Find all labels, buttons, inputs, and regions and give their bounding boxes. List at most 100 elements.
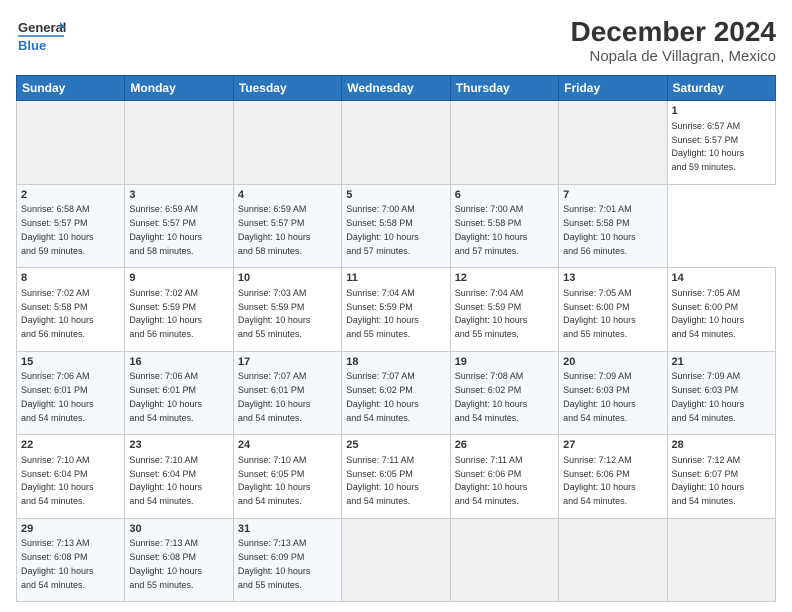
calendar-day-18: 18Sunrise: 7:07 AMSunset: 6:02 PMDayligh… — [342, 351, 450, 435]
day-number: 13 — [563, 271, 662, 286]
day-number: 21 — [672, 355, 771, 370]
day-info: Sunrise: 7:10 AMSunset: 6:05 PMDaylight:… — [238, 455, 311, 506]
calendar-day-15: 15Sunrise: 7:06 AMSunset: 6:01 PMDayligh… — [17, 351, 125, 435]
day-info: Sunrise: 6:59 AMSunset: 5:57 PMDaylight:… — [129, 204, 202, 255]
calendar-day-1: 1 Sunrise: 6:57 AMSunset: 5:57 PMDaylight… — [667, 101, 775, 185]
day-info: Sunrise: 7:02 AMSunset: 5:58 PMDaylight:… — [21, 288, 94, 339]
calendar-day-10: 10 Sunrise: 7:03 AMSunset: 5:59 PMDayligh… — [233, 268, 341, 352]
day-number: 16 — [129, 355, 228, 370]
empty-cell — [342, 518, 450, 602]
calendar-day-4: 4Sunrise: 6:59 AMSunset: 5:57 PMDaylight… — [233, 184, 341, 268]
day-number: 14 — [672, 271, 771, 286]
day-number: 3 — [129, 188, 228, 203]
day-header-wednesday: Wednesday — [342, 76, 450, 101]
day-info: Sunrise: 7:05 AMSunset: 6:00 PMDaylight:… — [672, 288, 745, 339]
day-info: Sunrise: 7:06 AMSunset: 6:01 PMDaylight:… — [21, 371, 94, 422]
empty-cell — [450, 101, 558, 185]
day-info: Sunrise: 7:03 AMSunset: 5:59 PMDaylight:… — [238, 288, 311, 339]
day-number: 10 — [238, 271, 337, 286]
calendar-day-31: 31Sunrise: 7:13 AMSunset: 6:09 PMDayligh… — [233, 518, 341, 602]
day-info: Sunrise: 7:07 AMSunset: 6:02 PMDaylight:… — [346, 371, 419, 422]
calendar-header: SundayMondayTuesdayWednesdayThursdayFrid… — [17, 76, 776, 101]
day-info: Sunrise: 7:13 AMSunset: 6:08 PMDaylight:… — [21, 538, 94, 589]
calendar-day-16: 16Sunrise: 7:06 AMSunset: 6:01 PMDayligh… — [125, 351, 233, 435]
day-info: Sunrise: 7:11 AMSunset: 6:06 PMDaylight:… — [455, 455, 528, 506]
day-info: Sunrise: 6:58 AMSunset: 5:57 PMDaylight:… — [21, 204, 94, 255]
day-number: 30 — [129, 522, 228, 537]
empty-cell — [559, 101, 667, 185]
day-number: 5 — [346, 188, 445, 203]
day-info: Sunrise: 7:10 AMSunset: 6:04 PMDaylight:… — [21, 455, 94, 506]
calendar-day-17: 17Sunrise: 7:07 AMSunset: 6:01 PMDayligh… — [233, 351, 341, 435]
day-info: Sunrise: 6:57 AMSunset: 5:57 PMDaylight:… — [672, 121, 745, 172]
calendar-day-24: 24 Sunrise: 7:10 AMSunset: 6:05 PMDayligh… — [233, 435, 341, 519]
day-number: 4 — [238, 188, 337, 203]
svg-text:Blue: Blue — [18, 38, 46, 53]
day-info: Sunrise: 7:10 AMSunset: 6:04 PMDaylight:… — [129, 455, 202, 506]
calendar-table: SundayMondayTuesdayWednesdayThursdayFrid… — [16, 75, 776, 602]
day-number: 31 — [238, 522, 337, 537]
calendar-day-5: 5Sunrise: 7:00 AMSunset: 5:58 PMDaylight… — [342, 184, 450, 268]
day-header-tuesday: Tuesday — [233, 76, 341, 101]
calendar-body: 1 Sunrise: 6:57 AMSunset: 5:57 PMDaylight… — [17, 101, 776, 602]
day-info: Sunrise: 7:01 AMSunset: 5:58 PMDaylight:… — [563, 204, 636, 255]
page-subtitle: Nopala de Villagran, Mexico — [571, 48, 776, 65]
day-info: Sunrise: 7:08 AMSunset: 6:02 PMDaylight:… — [455, 371, 528, 422]
calendar-day-22: 22 Sunrise: 7:10 AMSunset: 6:04 PMDayligh… — [17, 435, 125, 519]
day-number: 6 — [455, 188, 554, 203]
day-number: 23 — [129, 438, 228, 453]
empty-cell — [233, 101, 341, 185]
day-number: 24 — [238, 438, 337, 453]
day-info: Sunrise: 7:13 AMSunset: 6:08 PMDaylight:… — [129, 538, 202, 589]
calendar-day-30: 30Sunrise: 7:13 AMSunset: 6:08 PMDayligh… — [125, 518, 233, 602]
day-number: 11 — [346, 271, 445, 286]
day-info: Sunrise: 7:09 AMSunset: 6:03 PMDaylight:… — [672, 371, 745, 422]
calendar-day-6: 6Sunrise: 7:00 AMSunset: 5:58 PMDaylight… — [450, 184, 558, 268]
day-number: 27 — [563, 438, 662, 453]
day-number: 28 — [672, 438, 771, 453]
calendar-day-27: 27 Sunrise: 7:12 AMSunset: 6:06 PMDayligh… — [559, 435, 667, 519]
day-number: 25 — [346, 438, 445, 453]
day-info: Sunrise: 7:12 AMSunset: 6:07 PMDaylight:… — [672, 455, 745, 506]
calendar-day-21: 21Sunrise: 7:09 AMSunset: 6:03 PMDayligh… — [667, 351, 775, 435]
calendar-day-23: 23 Sunrise: 7:10 AMSunset: 6:04 PMDayligh… — [125, 435, 233, 519]
calendar-week-3: 8 Sunrise: 7:02 AMSunset: 5:58 PMDaylight… — [17, 268, 776, 352]
empty-cell — [125, 101, 233, 185]
day-info: Sunrise: 7:05 AMSunset: 6:00 PMDaylight:… — [563, 288, 636, 339]
day-number: 15 — [21, 355, 120, 370]
day-number: 2 — [21, 188, 120, 203]
day-info: Sunrise: 7:02 AMSunset: 5:59 PMDaylight:… — [129, 288, 202, 339]
day-number: 18 — [346, 355, 445, 370]
header: General Blue December 2024 Nopala de Vil… — [16, 16, 776, 65]
day-number: 22 — [21, 438, 120, 453]
day-number: 12 — [455, 271, 554, 286]
calendar-day-13: 13 Sunrise: 7:05 AMSunset: 6:00 PMDayligh… — [559, 268, 667, 352]
calendar-day-7: 7Sunrise: 7:01 AMSunset: 5:58 PMDaylight… — [559, 184, 667, 268]
empty-cell — [667, 518, 775, 602]
day-info: Sunrise: 7:12 AMSunset: 6:06 PMDaylight:… — [563, 455, 636, 506]
days-of-week-row: SundayMondayTuesdayWednesdayThursdayFrid… — [17, 76, 776, 101]
day-info: Sunrise: 7:09 AMSunset: 6:03 PMDaylight:… — [563, 371, 636, 422]
day-number: 20 — [563, 355, 662, 370]
day-number: 1 — [672, 104, 771, 119]
calendar-week-5: 22 Sunrise: 7:10 AMSunset: 6:04 PMDayligh… — [17, 435, 776, 519]
calendar-week-1: 1 Sunrise: 6:57 AMSunset: 5:57 PMDaylight… — [17, 101, 776, 185]
day-number: 7 — [563, 188, 662, 203]
day-header-sunday: Sunday — [17, 76, 125, 101]
empty-cell — [342, 101, 450, 185]
logo-svg: General Blue — [16, 16, 66, 58]
day-info: Sunrise: 7:00 AMSunset: 5:58 PMDaylight:… — [346, 204, 419, 255]
empty-cell — [450, 518, 558, 602]
day-number: 19 — [455, 355, 554, 370]
calendar-day-12: 12Sunrise: 7:04 AMSunset: 5:59 PMDayligh… — [450, 268, 558, 352]
day-info: Sunrise: 7:06 AMSunset: 6:01 PMDaylight:… — [129, 371, 202, 422]
empty-cell — [559, 518, 667, 602]
calendar-day-29: 29Sunrise: 7:13 AMSunset: 6:08 PMDayligh… — [17, 518, 125, 602]
day-number: 26 — [455, 438, 554, 453]
calendar-week-6: 29Sunrise: 7:13 AMSunset: 6:08 PMDayligh… — [17, 518, 776, 602]
day-number: 9 — [129, 271, 228, 286]
day-info: Sunrise: 6:59 AMSunset: 5:57 PMDaylight:… — [238, 204, 311, 255]
day-number: 8 — [21, 271, 120, 286]
day-info: Sunrise: 7:04 AMSunset: 5:59 PMDaylight:… — [346, 288, 419, 339]
calendar-day-14: 14 Sunrise: 7:05 AMSunset: 6:00 PMDayligh… — [667, 268, 775, 352]
